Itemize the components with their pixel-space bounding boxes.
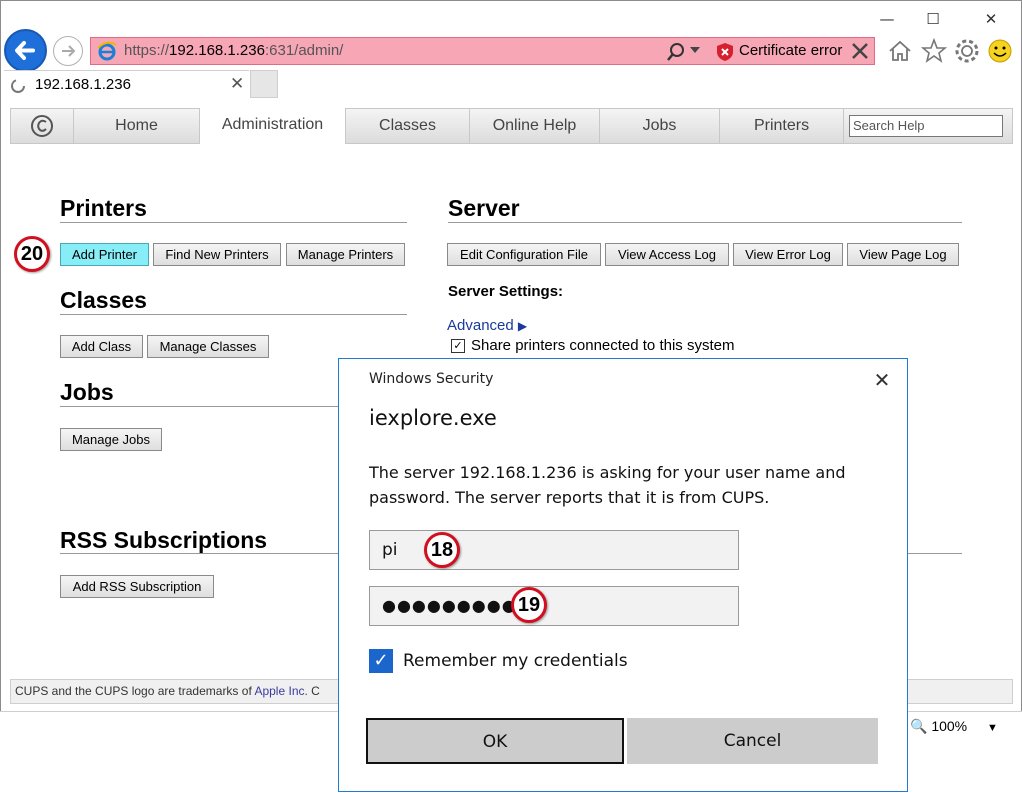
add-printer-button[interactable]: Add Printer [60,243,149,266]
share-printers-label: Share printers connected to this system [471,337,735,354]
share-printers-checkbox[interactable]: ✓ [451,339,465,354]
jobs-heading: Jobs [60,379,114,405]
remember-credentials-option[interactable]: ✓ Remember my credentials [369,649,628,673]
home-icon[interactable] [887,38,913,64]
add-class-button[interactable]: Add Class [60,335,143,358]
divider [60,406,338,407]
certificate-error-label[interactable]: Certificate error [739,42,842,59]
zoom-dropdown-icon: ▼ [987,722,998,734]
tab-home[interactable]: Home [74,109,200,143]
windows-security-dialog: Windows Security ✕ iexplore.exe The serv… [338,358,908,792]
search-icon[interactable] [666,42,686,62]
address-bar[interactable]: https://192.168.1.236:631/admin/ Certifi… [90,37,875,65]
url-text[interactable]: https://192.168.1.236:631/admin/ [124,42,343,59]
search-help-input[interactable]: Search Help [849,115,1003,137]
server-settings-label: Server Settings: [448,283,564,300]
find-new-printers-button[interactable]: Find New Printers [153,243,281,266]
divider [60,222,407,223]
forward-button[interactable] [53,36,83,66]
new-tab-button[interactable] [250,70,278,98]
favorites-star-icon[interactable] [921,38,947,64]
annotation-badge-19: 19 [511,587,547,623]
dialog-close-icon[interactable]: ✕ [869,367,895,393]
edit-configuration-file-button[interactable]: Edit Configuration File [447,243,601,266]
printers-heading: Printers [60,195,147,221]
advanced-link[interactable]: Advanced ▶ [447,317,527,334]
divider [448,222,962,223]
tab-jobs[interactable]: Jobs [600,109,720,143]
tab-online-help[interactable]: Online Help [470,109,600,143]
gear-icon[interactable] [954,38,980,64]
loading-spinner-icon [11,79,25,93]
maximize-icon[interactable]: ☐ [910,6,956,32]
server-heading: Server [448,195,520,221]
add-rss-subscription-button[interactable]: Add RSS Subscription [60,575,214,598]
manage-jobs-button[interactable]: Manage Jobs [60,428,162,451]
triangle-right-icon: ▶ [517,319,528,333]
tab-printers[interactable]: Printers [720,109,844,143]
share-printers-option[interactable]: ✓ Share printers connected to this system [451,337,734,354]
forward-arrow-icon [62,45,76,57]
annotation-badge-20: 20 [14,236,50,272]
dialog-app-name: iexplore.exe [369,406,497,430]
cups-logo-icon [31,115,53,137]
tab-administration[interactable]: Administration [200,108,346,144]
divider [908,553,962,554]
dialog-title: Windows Security [369,371,494,387]
tab-title: 192.168.1.236 [35,76,131,93]
back-button[interactable] [4,29,47,72]
cups-logo[interactable] [11,109,74,143]
ie-logo-icon [97,41,117,61]
footer-text: CUPS and the CUPS logo are trademarks of [15,684,255,698]
rss-subscriptions-heading: RSS Subscriptions [60,527,268,553]
advanced-label: Advanced [447,317,514,334]
dialog-message: The server 192.168.1.236 is asking for y… [369,463,846,507]
classes-heading: Classes [60,287,147,313]
manage-classes-button[interactable]: Manage Classes [147,335,269,358]
minimize-icon[interactable]: — [864,6,910,32]
manage-printers-button[interactable]: Manage Printers [286,243,405,266]
password-field[interactable]: ●●●●●●●●● [369,586,739,626]
view-page-log-button[interactable]: View Page Log [847,243,959,266]
dropdown-icon[interactable] [690,47,700,55]
shield-error-icon[interactable] [716,42,734,62]
ok-button[interactable]: OK [366,718,624,764]
tab-close-icon[interactable]: ✕ [230,74,244,94]
zoom-icon: 🔍 [910,718,928,734]
smiley-feedback-icon[interactable] [987,38,1013,64]
zoom-level: 100% [931,718,968,734]
remember-checkbox[interactable]: ✓ [369,649,393,673]
stop-icon[interactable] [851,42,869,60]
zoom-control[interactable]: 🔍 100% ▼ [910,718,998,735]
view-error-log-button[interactable]: View Error Log [733,243,843,266]
cups-navigation: Home Administration Classes Online Help … [10,108,1013,144]
browser-tab[interactable]: 192.168.1.236 ✕ [4,70,249,99]
tab-classes[interactable]: Classes [346,109,470,143]
apple-link[interactable]: Apple Inc. [254,684,307,698]
annotation-badge-18: 18 [424,532,460,568]
close-window-icon[interactable]: ✕ [968,6,1014,32]
back-arrow-icon [15,41,35,60]
view-access-log-button[interactable]: View Access Log [605,243,729,266]
footer-tail: C [307,684,320,698]
divider [60,314,407,315]
remember-label: Remember my credentials [403,651,628,671]
cancel-button[interactable]: Cancel [627,718,878,764]
divider [60,553,338,554]
